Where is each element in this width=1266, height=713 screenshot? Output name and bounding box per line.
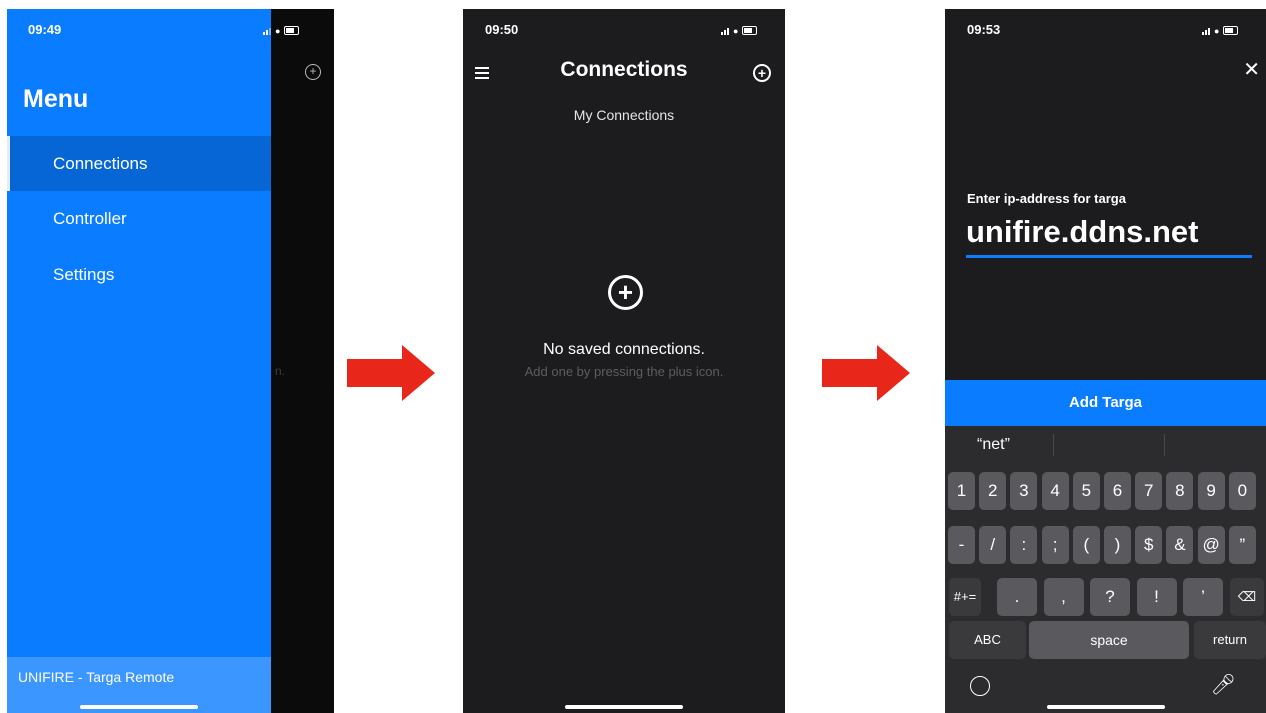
- keyboard-key[interactable]: 7: [1135, 472, 1163, 510]
- empty-state-hint: Add one by pressing the plus icon.: [524, 364, 724, 379]
- backspace-key[interactable]: ⌫: [1230, 578, 1264, 616]
- menu-screen: + n. 09:49 Menu Connections Controller S…: [7, 9, 334, 713]
- keyboard-key[interactable]: ,: [1043, 578, 1084, 616]
- peek-text: n.: [275, 364, 286, 378]
- add-targa-button[interactable]: Add Targa: [945, 380, 1266, 426]
- space-key[interactable]: space: [1029, 621, 1189, 659]
- plus-icon[interactable]: +: [305, 64, 321, 80]
- status-time: 09:53: [967, 22, 1001, 37]
- keyboard-key[interactable]: !: [1136, 578, 1177, 616]
- signal-icon: [1202, 28, 1210, 35]
- keyboard-key[interactable]: 5: [1072, 472, 1100, 510]
- ip-field-label: Enter ip-address for targa: [967, 191, 1126, 206]
- keyboard-key[interactable]: /: [979, 526, 1007, 564]
- menu-item-controller[interactable]: Controller: [7, 191, 271, 246]
- divider: [1164, 434, 1165, 456]
- close-icon[interactable]: ✕: [1243, 57, 1260, 82]
- status-icons: ●: [1202, 26, 1239, 36]
- arrow-right-icon: [347, 345, 435, 401]
- menu-item-settings[interactable]: Settings: [7, 247, 271, 302]
- suggestion-bar: “net”: [945, 426, 1266, 466]
- keyboard-key[interactable]: 1: [948, 472, 975, 510]
- keyboard-key[interactable]: $: [1135, 526, 1163, 564]
- wifi-icon: ●: [275, 26, 281, 36]
- battery-icon: [1223, 26, 1239, 35]
- keyboard-key[interactable]: ): [1104, 526, 1131, 564]
- keyboard-key[interactable]: :: [1010, 526, 1038, 564]
- keyboard-key[interactable]: 4: [1041, 472, 1069, 510]
- arrow-right-icon: [822, 345, 910, 401]
- keyboard-key[interactable]: 8: [1166, 472, 1194, 510]
- home-indicator: [565, 705, 683, 709]
- status-icons: ●: [263, 26, 300, 36]
- return-key[interactable]: return: [1194, 621, 1266, 659]
- globe-icon[interactable]: [970, 676, 990, 696]
- wifi-icon: ●: [733, 26, 739, 36]
- microphone-icon[interactable]: 🎤︎: [1211, 672, 1236, 697]
- add-connection-icon[interactable]: +: [753, 64, 771, 82]
- keyboard-key[interactable]: 0: [1228, 472, 1256, 510]
- home-indicator: [1046, 705, 1165, 709]
- symbols-key[interactable]: #+=: [949, 578, 981, 616]
- battery-icon: [742, 26, 758, 35]
- keyboard-key[interactable]: ’: [1183, 578, 1223, 616]
- keyboard-key[interactable]: 3: [1010, 472, 1038, 510]
- keyboard-key[interactable]: -: [948, 526, 975, 564]
- signal-icon: [721, 28, 729, 35]
- keyboard-key[interactable]: 9: [1197, 472, 1225, 510]
- abc-key[interactable]: ABC: [949, 621, 1026, 659]
- status-time: 09:49: [28, 22, 62, 37]
- ip-address-input[interactable]: unifire.ddns.net: [966, 214, 1252, 258]
- signal-icon: [263, 28, 271, 35]
- menu-title: Menu: [23, 85, 89, 113]
- status-time: 09:50: [485, 22, 519, 37]
- divider: [1053, 434, 1054, 456]
- keyboard-key[interactable]: (: [1072, 526, 1100, 564]
- add-connection-big-icon[interactable]: +: [608, 275, 643, 310]
- keyboard-key[interactable]: @: [1197, 526, 1225, 564]
- connections-screen: 09:50 ● Connections + My Connections + N…: [463, 9, 785, 713]
- keyboard-key[interactable]: 6: [1104, 472, 1131, 510]
- status-icons: ●: [721, 26, 758, 36]
- section-subtitle: My Connections: [573, 107, 675, 123]
- suggestion-item[interactable]: “net”: [977, 436, 1010, 454]
- keyboard-key[interactable]: &: [1166, 526, 1194, 564]
- keyboard-key[interactable]: .: [997, 578, 1037, 616]
- home-indicator: [80, 705, 198, 709]
- battery-icon: [284, 26, 300, 35]
- keyboard: “net” 1234567890 - /:;() $ & @” .,?!’ #+= ⌫ …: [945, 426, 1266, 713]
- menu-item-connections[interactable]: Connections: [7, 136, 271, 191]
- add-targa-screen: 09:53 ● ✕ Enter ip-address for targa uni…: [945, 9, 1266, 713]
- keyboard-key[interactable]: ”: [1228, 526, 1256, 564]
- keyboard-key[interactable]: ?: [1090, 578, 1130, 616]
- wifi-icon: ●: [1214, 26, 1220, 36]
- keyboard-key[interactable]: 2: [979, 472, 1007, 510]
- empty-state-title: No saved connections.: [543, 341, 705, 358]
- page-title: Connections: [560, 58, 688, 81]
- keyboard-key[interactable]: ;: [1041, 526, 1069, 564]
- side-drawer: 09:49 Menu Connections Controller Settin…: [7, 9, 271, 713]
